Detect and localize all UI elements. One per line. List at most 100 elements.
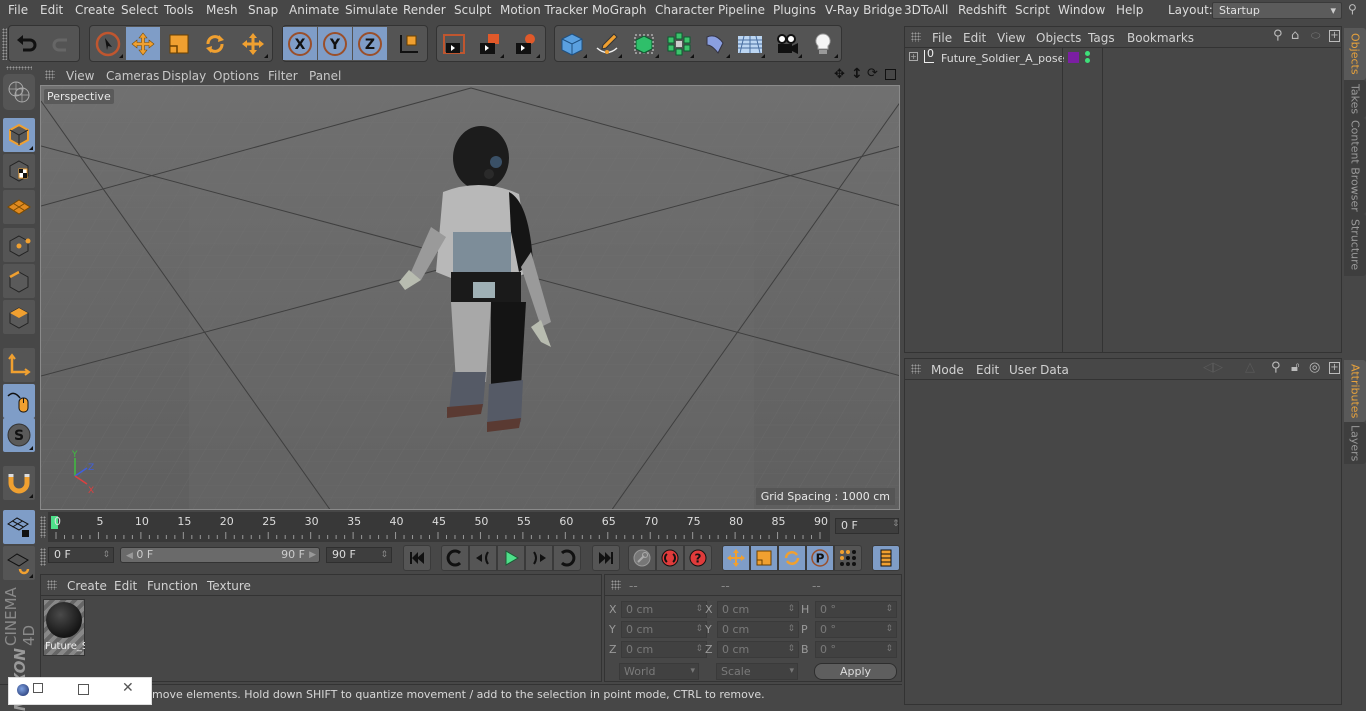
- menu-create[interactable]: Create: [75, 3, 115, 17]
- points-mode-button[interactable]: [3, 228, 35, 262]
- coord-field[interactable]: 0 cm ⇕: [621, 641, 707, 658]
- object-row[interactable]: + 0 Future_Soldier_A_pose: [905, 47, 1341, 352]
- spin-arrows-icon[interactable]: ⇕: [892, 519, 900, 529]
- material-menu-create[interactable]: Create: [67, 579, 107, 593]
- menu-mograph[interactable]: MoGraph: [592, 3, 647, 17]
- viewport-grip[interactable]: [45, 70, 55, 80]
- subdivision-surface-button[interactable]: [627, 27, 661, 60]
- tab-attributes[interactable]: Attributes: [1344, 360, 1366, 422]
- new-panel-icon[interactable]: +: [1329, 30, 1340, 42]
- coordinate-system-button[interactable]: [392, 27, 426, 60]
- 3d-viewport[interactable]: Perspective Y Z X Grid Spacing : 1000 cm: [40, 85, 900, 510]
- viewport-menu-filter[interactable]: Filter: [268, 69, 298, 83]
- spin-icon[interactable]: ⇕: [787, 622, 795, 637]
- viewport-menu-cameras[interactable]: Cameras: [106, 69, 159, 83]
- link-icon[interactable]: ⬭: [1311, 29, 1320, 43]
- viewport-menu-display[interactable]: Display: [162, 69, 206, 83]
- dolly-icon[interactable]: ↕: [851, 66, 863, 82]
- coord-field[interactable]: 0 cm ⇕: [621, 621, 707, 638]
- attribute-menu-user-data[interactable]: User Data: [1009, 363, 1069, 377]
- orbit-icon[interactable]: ⟳: [867, 66, 878, 81]
- next-key-button[interactable]: [553, 545, 581, 571]
- model-mode-button[interactable]: [3, 118, 35, 152]
- render-settings-button[interactable]: [508, 27, 542, 60]
- restore-icon[interactable]: [33, 683, 43, 693]
- object-menu-view[interactable]: View: [997, 31, 1025, 45]
- redo-button[interactable]: [45, 27, 79, 60]
- key-scale-button[interactable]: [750, 545, 778, 571]
- coord-field[interactable]: 0 ° ⇕: [815, 601, 897, 618]
- lock-icon[interactable]: 🔓︎: [1291, 360, 1299, 375]
- key-pla-button[interactable]: [834, 545, 862, 571]
- new-panel-icon[interactable]: +: [1329, 362, 1340, 374]
- menu-vray-bridge[interactable]: V-Ray Bridge: [825, 3, 902, 17]
- light-button[interactable]: [806, 27, 840, 60]
- solo-mode-button[interactable]: S: [3, 418, 35, 452]
- coord-field[interactable]: 0 ° ⇕: [815, 621, 897, 638]
- workplane-lock-button[interactable]: [3, 510, 35, 544]
- spin-icon[interactable]: ⇕: [695, 602, 703, 617]
- spin-icon[interactable]: ⇕: [380, 548, 388, 562]
- search-icon[interactable]: ⚲: [1348, 2, 1357, 16]
- range-left-arrow-icon[interactable]: ◀: [126, 551, 133, 561]
- go-to-start-button[interactable]: [403, 545, 431, 571]
- viewport-menu-view[interactable]: View: [66, 69, 94, 83]
- key-rotation-button[interactable]: [778, 545, 806, 571]
- frame-range-slider[interactable]: ◀ 0 F 90 F ▶: [120, 547, 320, 563]
- up-icon[interactable]: △: [1245, 360, 1255, 375]
- object-menu-objects[interactable]: Objects: [1036, 31, 1081, 45]
- search-icon[interactable]: ⚲: [1273, 28, 1283, 43]
- start-frame-field[interactable]: 0 F ⇕: [48, 547, 114, 563]
- toolbar-grip[interactable]: [2, 28, 7, 60]
- back-icon[interactable]: ◁▷: [1203, 360, 1223, 375]
- timeline-grip[interactable]: [40, 516, 46, 538]
- spin-icon[interactable]: ⇕: [885, 622, 893, 637]
- coord-field[interactable]: 0 cm ⇕: [717, 621, 799, 638]
- editor-visibility-dot[interactable]: [1085, 51, 1090, 56]
- tab-takes[interactable]: Takes: [1344, 80, 1366, 118]
- next-frame-button[interactable]: [525, 545, 553, 571]
- tab-structure[interactable]: Structure: [1344, 214, 1366, 276]
- workplane-mode-button[interactable]: [3, 190, 35, 224]
- coord-field[interactable]: 0 cm ⇕: [717, 601, 799, 618]
- object-menu-tags[interactable]: Tags: [1088, 31, 1115, 45]
- soldier-model[interactable]: [391, 122, 571, 432]
- camera-label[interactable]: Perspective: [44, 89, 114, 104]
- pen-button[interactable]: [590, 27, 624, 60]
- material-menu-texture[interactable]: Texture: [207, 579, 251, 593]
- floor-button[interactable]: [733, 27, 767, 60]
- render-view-button[interactable]: [437, 27, 471, 60]
- y-axis-button[interactable]: Y: [318, 27, 352, 60]
- material-swatch[interactable]: Future_S: [43, 599, 85, 656]
- playback-grip[interactable]: [40, 548, 46, 566]
- x-axis-button[interactable]: X: [283, 27, 317, 60]
- material-menu-edit[interactable]: Edit: [114, 579, 137, 593]
- tab-objects[interactable]: Objects: [1344, 28, 1366, 80]
- menu-help[interactable]: Help: [1116, 3, 1143, 17]
- undo-button[interactable]: [10, 27, 44, 60]
- menu-script[interactable]: Script: [1015, 3, 1050, 17]
- current-frame-field[interactable]: 0 F: [835, 518, 899, 534]
- close-icon[interactable]: ✕: [122, 680, 134, 696]
- tab-content-browser[interactable]: Content Browser: [1344, 118, 1366, 214]
- menu-snap[interactable]: Snap: [248, 3, 278, 17]
- spin-icon[interactable]: ⇕: [885, 602, 893, 617]
- coordinates-grip[interactable]: [611, 580, 621, 590]
- render-to-picture-viewer-button[interactable]: [472, 27, 506, 60]
- pan-icon[interactable]: ✥: [834, 67, 845, 82]
- layer-color-swatch[interactable]: [1068, 52, 1079, 63]
- cloner-button[interactable]: [662, 27, 696, 60]
- space-select[interactable]: World ▾: [619, 663, 699, 680]
- material-menu-function[interactable]: Function: [147, 579, 198, 593]
- viewport-menu-options[interactable]: Options: [213, 69, 259, 83]
- menu-character[interactable]: Character: [655, 3, 714, 17]
- range-right-arrow-icon[interactable]: ▶: [309, 548, 316, 562]
- object-grip[interactable]: [911, 32, 921, 42]
- menu-tools[interactable]: Tools: [164, 3, 194, 17]
- polygons-mode-button[interactable]: [3, 300, 35, 334]
- material-grip[interactable]: [47, 580, 57, 590]
- snap-button[interactable]: [3, 466, 35, 500]
- camera-button[interactable]: [770, 27, 804, 60]
- key-position-button[interactable]: [722, 545, 750, 571]
- tab-layers[interactable]: Layers: [1344, 422, 1366, 464]
